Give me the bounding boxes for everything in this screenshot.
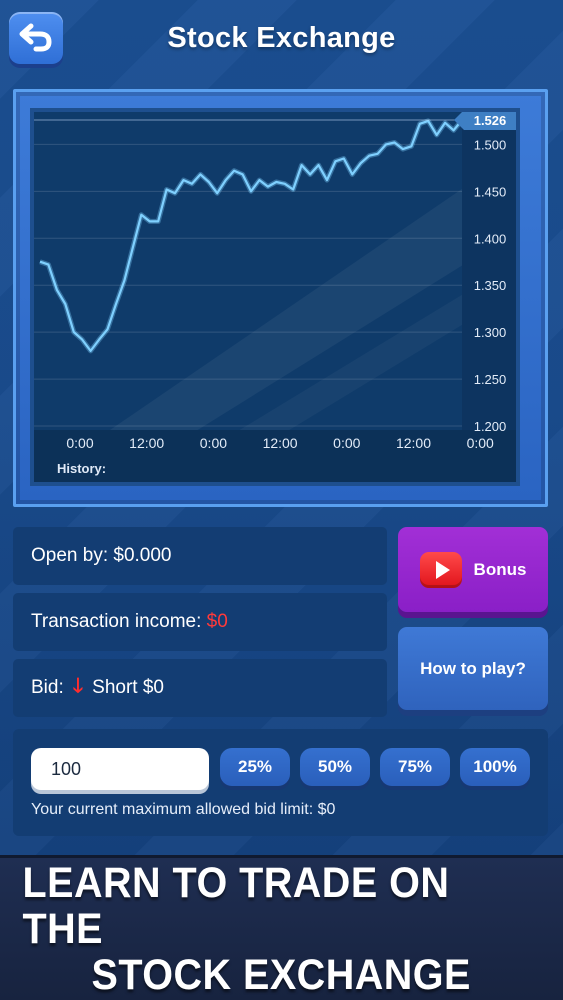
bid-limit-text: Your current maximum allowed bid limit: … (31, 801, 336, 818)
how-to-play-button[interactable]: How to play? (398, 627, 548, 710)
transaction-income-label: Transaction income: (31, 611, 202, 632)
bid-amount-input[interactable] (31, 748, 209, 790)
x-tick-label: 0:00 (200, 435, 227, 451)
price-chart: 1.500 1.450 1.400 1.350 1.300 1.250 1.200 0:00 1… (30, 108, 520, 486)
y-tick-label: 1.450 (474, 184, 507, 199)
y-tick-label: 1.250 (474, 372, 507, 387)
banner-line-1: LEARN TO TRADE ON THE (22, 859, 450, 953)
video-play-icon (419, 551, 462, 588)
transaction-income-row: Transaction income: $0 (13, 593, 387, 651)
x-tick-label: 12:00 (396, 435, 431, 451)
y-tick-label: 1.500 (474, 137, 507, 152)
banner-line-2: STOCK EXCHANGE (91, 951, 472, 999)
page-title: Stock Exchange (167, 22, 396, 54)
x-tick-label: 12:00 (129, 435, 164, 451)
x-tick-label: 0:00 (66, 435, 93, 451)
x-tick-label: 0:00 (333, 435, 360, 451)
open-by-value: $0.000 (113, 545, 172, 566)
bonus-label: Bonus (473, 559, 527, 579)
bid-value: Short $0 (92, 677, 164, 698)
bid-label: Bid: (31, 677, 64, 698)
percent-100-button[interactable]: 100% (460, 748, 530, 786)
transaction-income-value: $0 (206, 611, 228, 632)
x-tick-label: 0:00 (467, 435, 494, 451)
price-chart-svg: 1.5001.4501.4001.3501.3001.2501.2000:00 1… (34, 112, 516, 482)
current-value-label: 1.526 (474, 113, 507, 128)
y-tick-label: 1.400 (474, 231, 507, 246)
y-tick-label: 1.200 (474, 419, 507, 434)
open-by-label: Open by: (31, 545, 109, 566)
percent-50-button[interactable]: 50% (300, 748, 370, 786)
y-tick-label: 1.350 (474, 278, 507, 293)
open-by-row: Open by: $0.000 (13, 527, 387, 585)
x-tick-label: 12:00 (263, 435, 298, 451)
y-tick-label: 1.300 (474, 325, 507, 340)
arrow-down-icon: 🡓 (72, 675, 84, 697)
history-label: History: (57, 461, 107, 476)
percent-75-button[interactable]: 75% (380, 748, 450, 786)
promo-banner: LEARN TO TRADE ON THE STOCK EXCHANGE (0, 855, 563, 1000)
percent-25-button[interactable]: 25% (220, 748, 290, 786)
bonus-button[interactable]: Bonus (398, 527, 548, 612)
bid-row: Bid: 🡓 Short $0 (13, 659, 387, 717)
